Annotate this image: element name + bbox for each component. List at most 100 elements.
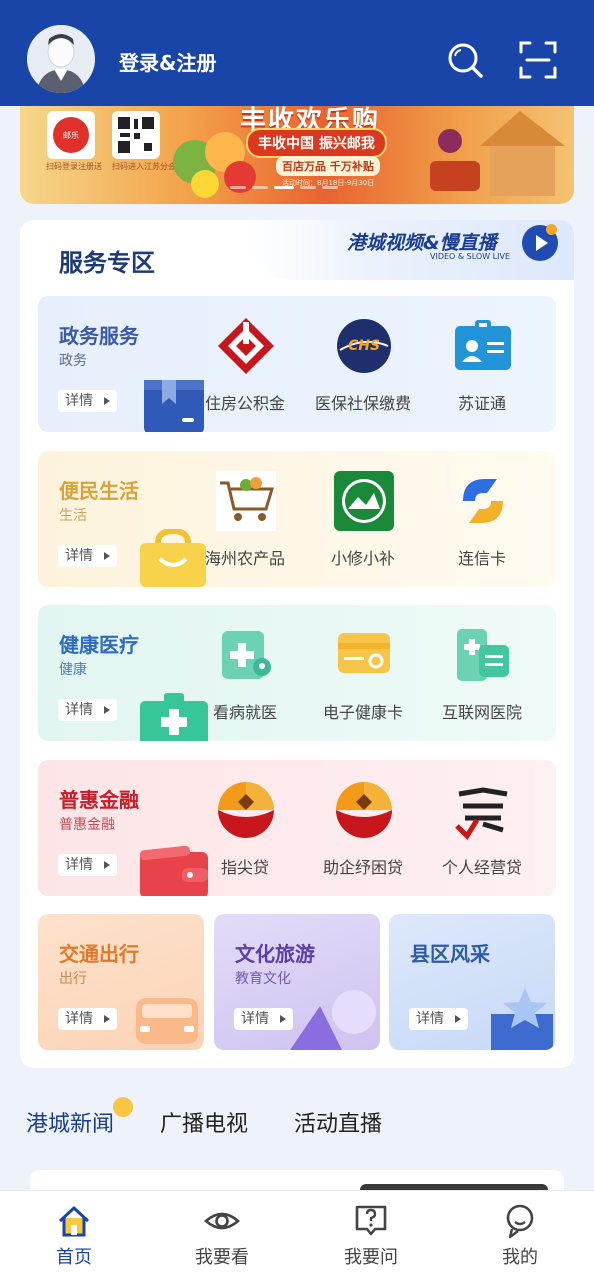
banner-subsidy: 百店万品 千万补贴 <box>276 156 380 176</box>
medical-visit-button[interactable]: 看病就医 <box>186 621 304 731</box>
housing-fund-button[interactable]: 住房公积金 <box>186 312 304 422</box>
medical-visit-icon <box>222 631 271 679</box>
scan-icon[interactable] <box>518 40 558 80</box>
produce-cart-icon <box>216 471 276 531</box>
service-label: 个人经营贷 <box>441 858 522 877</box>
service-row-health: 健康医疗 健康 详情 看病就医 电子健康卡 互联网医院 <box>38 605 556 741</box>
qr-code-branch <box>112 111 160 159</box>
produce-button[interactable]: 海州农产品 <box>186 467 304 577</box>
banner-pagination <box>230 186 338 189</box>
health-card-button[interactable]: 电子健康卡 <box>304 621 422 731</box>
row-title: 政务服务 <box>59 324 139 348</box>
detail-button[interactable]: 详情 <box>58 1008 117 1030</box>
nav-label: 我要看 <box>195 1247 249 1268</box>
tile-subtitle: 出行 <box>59 971 87 987</box>
detail-button[interactable]: 详情 <box>58 390 117 412</box>
svg-text:CHS: CHS <box>348 338 380 354</box>
tab-live-events[interactable]: 活动直播 <box>294 1106 382 1138</box>
row-subtitle: 政务 <box>59 353 87 369</box>
notification-dot <box>546 224 557 235</box>
harvest-illustration <box>430 111 565 196</box>
detail-button[interactable]: 详情 <box>58 854 117 876</box>
service-label: 医保社保缴费 <box>314 394 411 413</box>
lianxin-card-icon <box>463 479 503 523</box>
nav-mine[interactable]: 我的 <box>446 1191 594 1280</box>
service-row-finance: 普惠金融 普惠金融 详情 指尖贷 助企纾困贷 个人经营贷 <box>38 760 556 896</box>
bottom-nav: 首页 我要看 我要问 我的 <box>0 1190 594 1280</box>
service-label: 指尖贷 <box>220 858 269 877</box>
question-bubble-icon <box>355 1205 387 1236</box>
home-icon <box>58 1206 90 1237</box>
detail-button[interactable]: 详情 <box>234 1008 293 1030</box>
fingertip-loan-button[interactable]: 指尖贷 <box>186 776 304 886</box>
promo-banner[interactable]: 邮乐 扫码登录注册送 扫码进入江苏分会场 丰收欢乐购 丰收中国 振兴邮我 百店万… <box>20 106 574 204</box>
tile-transport[interactable]: 交通出行 出行 详情 <box>38 914 204 1050</box>
service-label: 小修小补 <box>330 549 395 568</box>
row-title: 健康医疗 <box>59 633 139 657</box>
service-label: 苏证通 <box>457 394 506 413</box>
housing-fund-icon <box>218 318 274 374</box>
eye-icon <box>204 1212 240 1230</box>
banner-slogan: 丰收中国 振兴邮我 <box>246 128 387 158</box>
row-subtitle: 普惠金融 <box>59 817 115 833</box>
repair-button[interactable]: 小修小补 <box>304 467 422 577</box>
service-label: 住房公积金 <box>204 394 285 413</box>
search-icon[interactable] <box>445 40 485 80</box>
chs-icon: CHS <box>337 319 391 373</box>
tile-title: 县区风采 <box>410 942 490 966</box>
row-title: 普惠金融 <box>59 788 139 812</box>
nav-home[interactable]: 首页 <box>0 1191 148 1280</box>
avatar[interactable] <box>27 25 95 93</box>
nav-ask[interactable]: 我要问 <box>297 1191 445 1280</box>
enterprise-relief-loan-button[interactable]: 助企纾困贷 <box>304 776 422 886</box>
nav-label: 我的 <box>502 1247 538 1268</box>
qr-caption-login: 扫码登录注册送 <box>46 162 102 171</box>
id-card-icon <box>455 320 511 370</box>
business-loan-icon <box>455 787 508 840</box>
detail-button[interactable]: 详情 <box>58 699 117 721</box>
tile-subtitle: 教育文化 <box>235 971 291 987</box>
video-live-subtitle: VIDEO & SLOW LIVE <box>430 252 511 261</box>
row-title: 便民生活 <box>59 479 139 503</box>
business-loan-button[interactable]: 个人经营贷 <box>423 776 541 886</box>
service-label: 海州农产品 <box>204 549 285 568</box>
service-row-life: 便民生活 生活 详情 海州农产品 小修小补 连信卡 <box>38 451 556 587</box>
row-subtitle: 健康 <box>59 662 87 678</box>
repair-icon <box>334 471 394 531</box>
service-label: 电子健康卡 <box>322 703 403 722</box>
service-row-government: 政务服务 政务 详情 住房公积金 CHS 医保社保缴费 苏证通 <box>38 296 556 432</box>
video-live-title[interactable]: 港城视频&慢直播 <box>347 228 497 255</box>
tab-broadcast-tv[interactable]: 广播电视 <box>160 1106 248 1138</box>
detail-button[interactable]: 详情 <box>58 545 117 567</box>
tab-harbor-news[interactable]: 港城新闻 <box>26 1106 114 1138</box>
mountain-sun-icon <box>290 990 376 1050</box>
detail-button[interactable]: 详情 <box>409 1008 468 1030</box>
news-tab-indicator <box>113 1097 133 1117</box>
row-subtitle: 生活 <box>59 508 87 524</box>
online-hospital-button[interactable]: 互联网医院 <box>423 621 541 731</box>
bank-logo-icon <box>336 782 392 838</box>
login-register-link[interactable]: 登录&注册 <box>119 47 216 76</box>
profile-icon <box>506 1204 534 1239</box>
nav-label: 首页 <box>56 1247 92 1268</box>
service-label: 互联网医院 <box>441 703 522 722</box>
svg-text:邮乐: 邮乐 <box>63 130 79 140</box>
service-label: 助企纾困贷 <box>322 858 403 877</box>
nav-label: 我要问 <box>344 1247 398 1268</box>
health-card-icon <box>338 633 390 673</box>
tile-county-showcase[interactable]: 县区风采 详情 <box>389 914 555 1050</box>
service-label: 看病就医 <box>212 703 277 722</box>
nav-watch[interactable]: 我要看 <box>148 1191 296 1280</box>
social-insurance-button[interactable]: CHS 医保社保缴费 <box>304 312 422 422</box>
car-icon <box>136 998 198 1044</box>
tile-title: 文化旅游 <box>235 942 315 966</box>
app-header: 登录&注册 <box>0 0 594 106</box>
suzhengtong-button[interactable]: 苏证通 <box>423 312 541 422</box>
online-hospital-icon <box>457 629 509 681</box>
services-title: 服务专区 <box>59 249 155 277</box>
tile-culture-tourism[interactable]: 文化旅游 教育文化 详情 <box>214 914 380 1050</box>
lianxin-card-button[interactable]: 连信卡 <box>423 467 541 577</box>
app-page: 登录&注册 邮乐 扫码登录注册送 扫码进入江苏分会场 丰收欢乐购 丰收中国 振兴… <box>0 0 594 1280</box>
tile-title: 交通出行 <box>59 942 139 966</box>
qr-code-login: 邮乐 <box>47 111 95 159</box>
